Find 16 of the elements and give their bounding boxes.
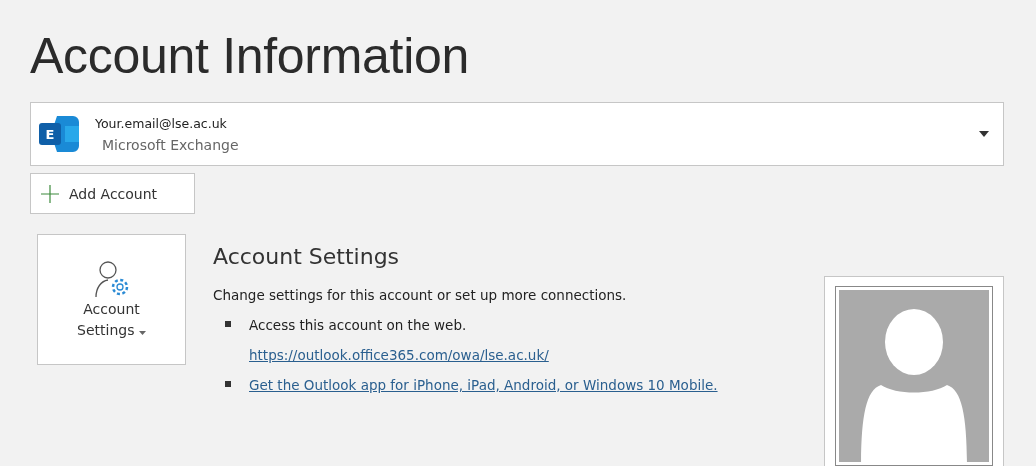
bullet-icon xyxy=(225,321,231,327)
page-title: Account Information xyxy=(30,27,470,86)
plus-icon xyxy=(41,184,59,203)
add-account-button[interactable]: Add Account xyxy=(30,173,195,214)
web-link[interactable]: https://outlook.office365.com/owa/lse.ac.uk/ xyxy=(249,340,549,370)
dropdown-caret-icon xyxy=(979,131,989,137)
web-link[interactable]: Get the Outlook app for iPhone, iPad, Android, or Windows 10 Mobile. xyxy=(249,370,718,400)
section-heading: Account Settings xyxy=(213,243,401,271)
caret-icon xyxy=(138,330,146,335)
bullet-icon xyxy=(225,381,231,387)
account-type: Microsoft Exchange xyxy=(102,136,240,153)
account-selector[interactable]: E Your.email@lse.ac.uk Microsoft Exchange xyxy=(30,102,1004,166)
account-email: Your.email@lse.ac.uk xyxy=(95,115,228,131)
item-text: Access this account on the web. xyxy=(249,316,468,335)
section-description: Change settings for this account or set up more connections. xyxy=(213,286,628,305)
account-settings-button[interactable]: Account Settings xyxy=(37,234,186,365)
